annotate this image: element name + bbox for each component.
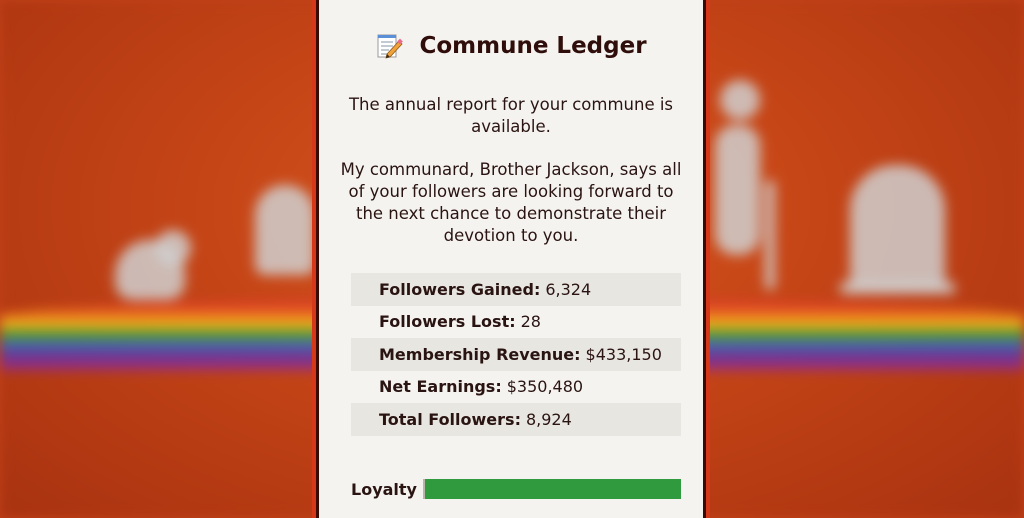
- stat-value: $433,150: [585, 344, 662, 364]
- stat-label: Followers Gained:: [379, 279, 541, 299]
- stat-label: Total Followers:: [379, 409, 521, 429]
- commune-ledger-dialog: Commune Ledger The annual report for you…: [312, 0, 710, 518]
- elder-head: [720, 80, 760, 120]
- dialog-header: Commune Ledger: [319, 32, 703, 60]
- stat-value: 28: [520, 312, 541, 332]
- stat-label: Membership Revenue:: [379, 344, 581, 364]
- stat-row-followers-gained: Followers Gained: 6,324: [351, 273, 681, 306]
- elder-figure: [715, 125, 760, 255]
- stat-row-net-earnings: Net Earnings: $350,480: [351, 371, 681, 404]
- child-figure: [255, 185, 315, 275]
- gravestone: [850, 165, 945, 290]
- stat-value: $350,480: [506, 377, 584, 397]
- stat-row-membership-revenue: Membership Revenue: $433,150: [351, 338, 681, 371]
- stat-label: Net Earnings:: [379, 377, 502, 397]
- stat-row-followers-lost: Followers Lost: 28: [351, 306, 681, 339]
- stats-table: Followers Gained: 6,324 Followers Lost: …: [351, 273, 681, 436]
- loyalty-bar-fill: [425, 479, 681, 499]
- memo-icon: [375, 32, 404, 60]
- stat-value: 6,324: [545, 279, 592, 299]
- gravestone-base: [840, 282, 955, 294]
- stat-value: 8,924: [525, 409, 572, 429]
- loyalty-bar-track: [423, 479, 681, 499]
- report-message: The annual report for your commune is av…: [348, 95, 674, 136]
- stat-row-total-followers: Total Followers: 8,924: [351, 403, 681, 436]
- dialog-title: Commune Ledger: [419, 33, 647, 59]
- cane: [765, 180, 775, 290]
- loyalty-label: Loyalty: [351, 479, 417, 499]
- stat-label: Followers Lost:: [379, 312, 516, 332]
- baby-head: [155, 230, 191, 266]
- loyalty-meter: Loyalty: [351, 474, 681, 504]
- communard-message: My communard, Brother Jackson, says all …: [340, 160, 682, 245]
- dialog-body: Commune Ledger The annual report for you…: [319, 0, 703, 518]
